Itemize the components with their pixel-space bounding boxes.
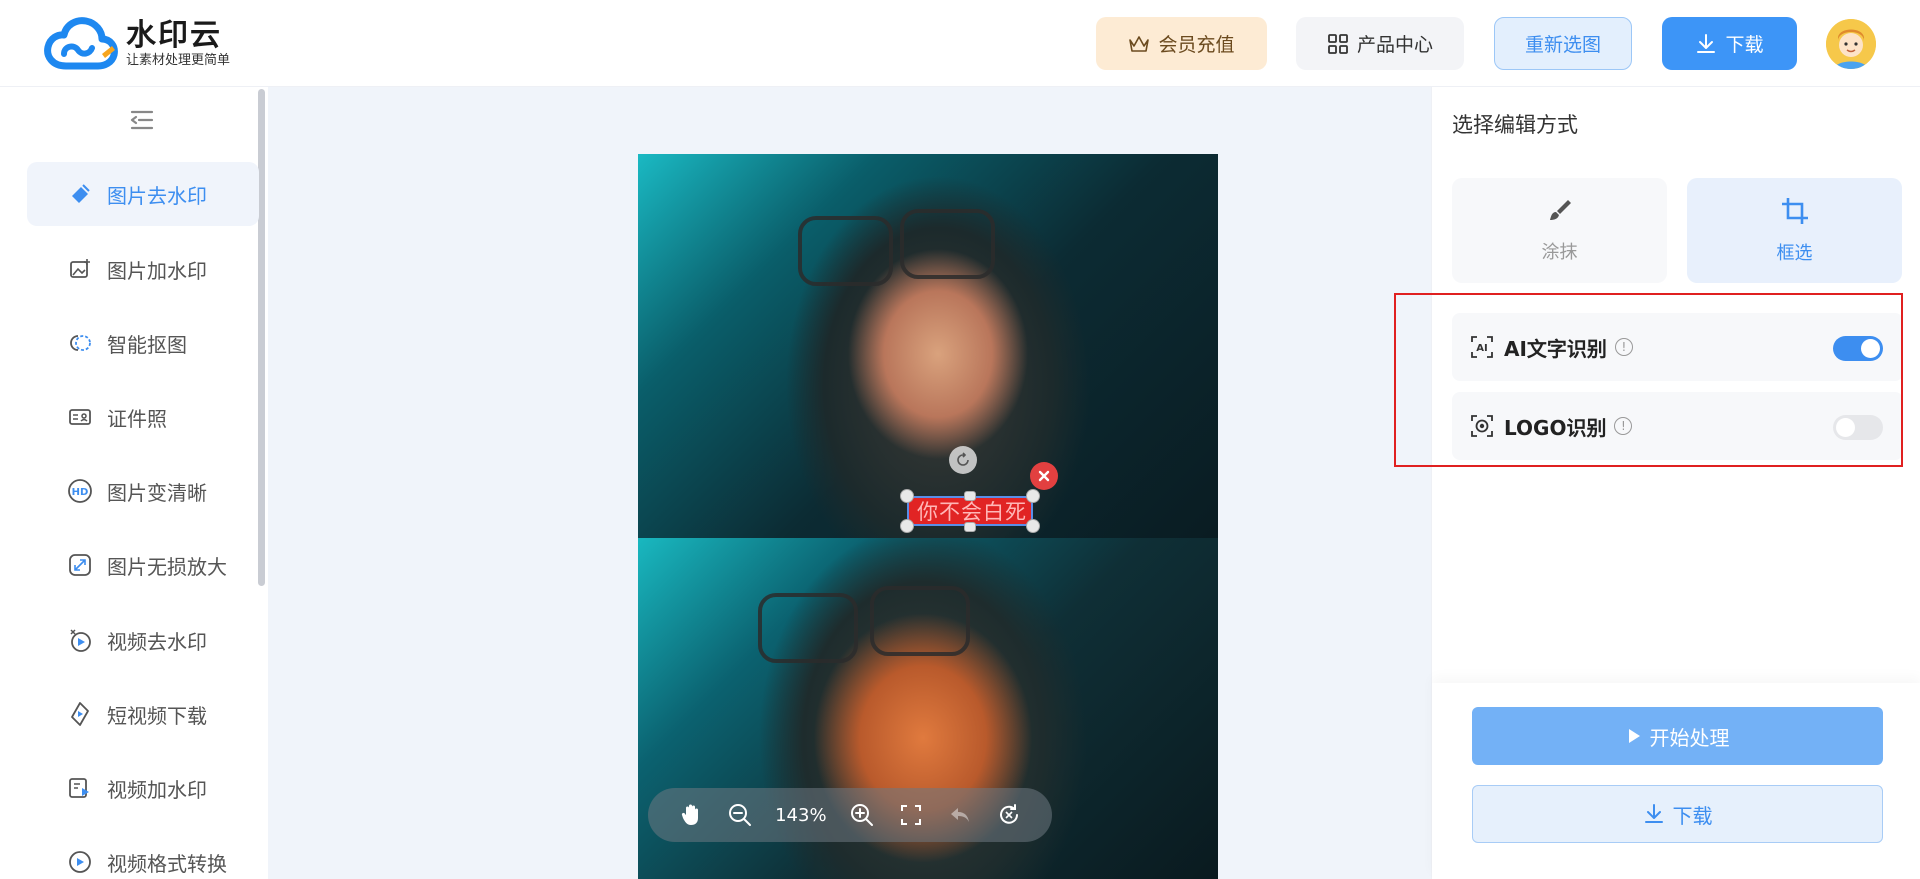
reselect-image-label: 重新选图: [1524, 34, 1601, 56]
sidebar-item-label: 短视频下载: [107, 703, 207, 728]
panel-download-label: 下载: [1672, 803, 1713, 828]
sidebar-item-label: 视频加水印: [107, 777, 207, 802]
panel-footer: 开始处理 下载: [1432, 683, 1920, 879]
pan-hand-icon[interactable]: [675, 799, 707, 831]
image-frame-top: [638, 154, 1218, 538]
sidebar-item-label: 视频格式转换: [107, 851, 227, 876]
reselect-image-button[interactable]: 重新选图: [1494, 17, 1632, 70]
header-download-button[interactable]: 下载: [1662, 17, 1797, 70]
top-header: 水印云 让素材处理更简单 会员充值 产品中心 重新选图 下载: [0, 0, 1920, 87]
apps-grid-icon: [1328, 33, 1348, 54]
sidebar-item-label: 智能抠图: [107, 332, 187, 357]
sidebar-item-label: 图片无损放大: [107, 554, 227, 579]
zoom-out-icon[interactable]: [724, 799, 756, 831]
download-icon: [1697, 33, 1716, 53]
panel-title: 选择编辑方式: [1452, 113, 1578, 137]
user-avatar[interactable]: [1826, 19, 1876, 69]
sidebar-item-image-add-watermark[interactable]: 图片加水印: [27, 237, 259, 301]
panel-download-button[interactable]: 下载: [1472, 785, 1883, 843]
video-download-icon: [67, 701, 93, 727]
play-icon: [1628, 729, 1640, 743]
delete-selection-icon[interactable]: [1030, 462, 1058, 490]
id-card-icon: [67, 404, 93, 430]
mode-box-select-button[interactable]: 框选: [1687, 178, 1902, 283]
brand-title: 水印云: [126, 18, 222, 53]
sidebar: 图片去水印 图片加水印 智能抠图 证件照 HD 图片变清晰 图片无损放大 视频去…: [0, 87, 268, 879]
brand-logo[interactable]: 水印云 让素材处理更简单: [44, 16, 230, 72]
mode-smear-button[interactable]: 涂抹: [1452, 178, 1667, 283]
resize-handle-bottom[interactable]: [964, 522, 976, 532]
sidebar-item-short-video-download[interactable]: 短视频下载: [27, 682, 259, 746]
sidebar-item-image-enlarge[interactable]: 图片无损放大: [27, 533, 259, 597]
svg-text:HD: HD: [72, 487, 89, 498]
sidebar-item-video-add-watermark[interactable]: 视频加水印: [27, 756, 259, 820]
menu-collapse-icon[interactable]: [130, 109, 154, 135]
sidebar-item-label: 图片加水印: [107, 258, 207, 283]
product-center-label: 产品中心: [1356, 34, 1433, 56]
start-processing-label: 开始处理: [1649, 725, 1730, 750]
brush-icon: [1546, 197, 1574, 230]
resize-handle-top-left[interactable]: [900, 489, 914, 503]
hd-icon: HD: [67, 478, 93, 504]
sidebar-item-video-remove-watermark[interactable]: 视频去水印: [27, 608, 259, 672]
crop-icon: [1780, 196, 1810, 231]
video-add-icon: [67, 775, 93, 801]
editor-canvas[interactable]: 你不会白死 143%: [268, 87, 1431, 879]
resize-handle-top-right[interactable]: [1026, 489, 1040, 503]
vip-recharge-label: 会员充值: [1158, 34, 1235, 56]
undo-icon[interactable]: [944, 799, 976, 831]
cutout-icon: [67, 330, 93, 356]
sidebar-item-id-photo[interactable]: 证件照: [27, 385, 259, 449]
download-icon: [1644, 804, 1663, 823]
resize-handle-bottom-left[interactable]: [900, 519, 914, 533]
eraser-icon: [67, 181, 93, 207]
edit-panel: 选择编辑方式 涂抹 框选 AI AI文字识别 ! LOGO识别 ! 开始处理 下…: [1431, 87, 1920, 879]
brand-tagline: 让素材处理更简单: [126, 53, 231, 68]
vip-recharge-button[interactable]: 会员充值: [1096, 17, 1267, 70]
annotation-highlight-box: [1394, 293, 1903, 467]
start-processing-button[interactable]: 开始处理: [1472, 707, 1883, 765]
video-convert-icon: [67, 849, 93, 875]
sidebar-item-label: 图片去水印: [107, 183, 207, 208]
canvas-toolbar: 143%: [648, 788, 1052, 842]
sidebar-item-image-sharpen[interactable]: HD 图片变清晰: [27, 459, 259, 523]
sidebar-scrollbar[interactable]: [258, 89, 265, 586]
mode-box-select-label: 框选: [1776, 243, 1813, 264]
sidebar-item-label: 证件照: [107, 406, 167, 431]
sidebar-item-video-format-convert[interactable]: 视频格式转换: [27, 830, 259, 879]
zoom-level: 143%: [775, 804, 827, 826]
rotate-handle-icon[interactable]: [949, 446, 977, 474]
image-add-icon: [67, 256, 93, 282]
header-download-label: 下载: [1725, 34, 1764, 56]
sidebar-item-label: 图片变清晰: [107, 480, 207, 505]
resize-handle-top[interactable]: [964, 491, 976, 501]
fit-screen-icon[interactable]: [895, 799, 927, 831]
resize-handle-bottom-right[interactable]: [1026, 519, 1040, 533]
sidebar-item-label: 视频去水印: [107, 629, 207, 654]
sidebar-item-image-remove-watermark[interactable]: 图片去水印: [27, 162, 259, 226]
sidebar-item-smart-cutout[interactable]: 智能抠图: [27, 311, 259, 375]
video-eraser-icon: [67, 627, 93, 653]
product-center-button[interactable]: 产品中心: [1296, 17, 1464, 70]
cloud-logo-icon: [44, 16, 124, 72]
enlarge-icon: [67, 552, 93, 578]
reset-icon[interactable]: [993, 799, 1025, 831]
mode-smear-label: 涂抹: [1541, 242, 1578, 263]
zoom-in-icon[interactable]: [846, 799, 878, 831]
crown-icon: [1129, 35, 1150, 52]
